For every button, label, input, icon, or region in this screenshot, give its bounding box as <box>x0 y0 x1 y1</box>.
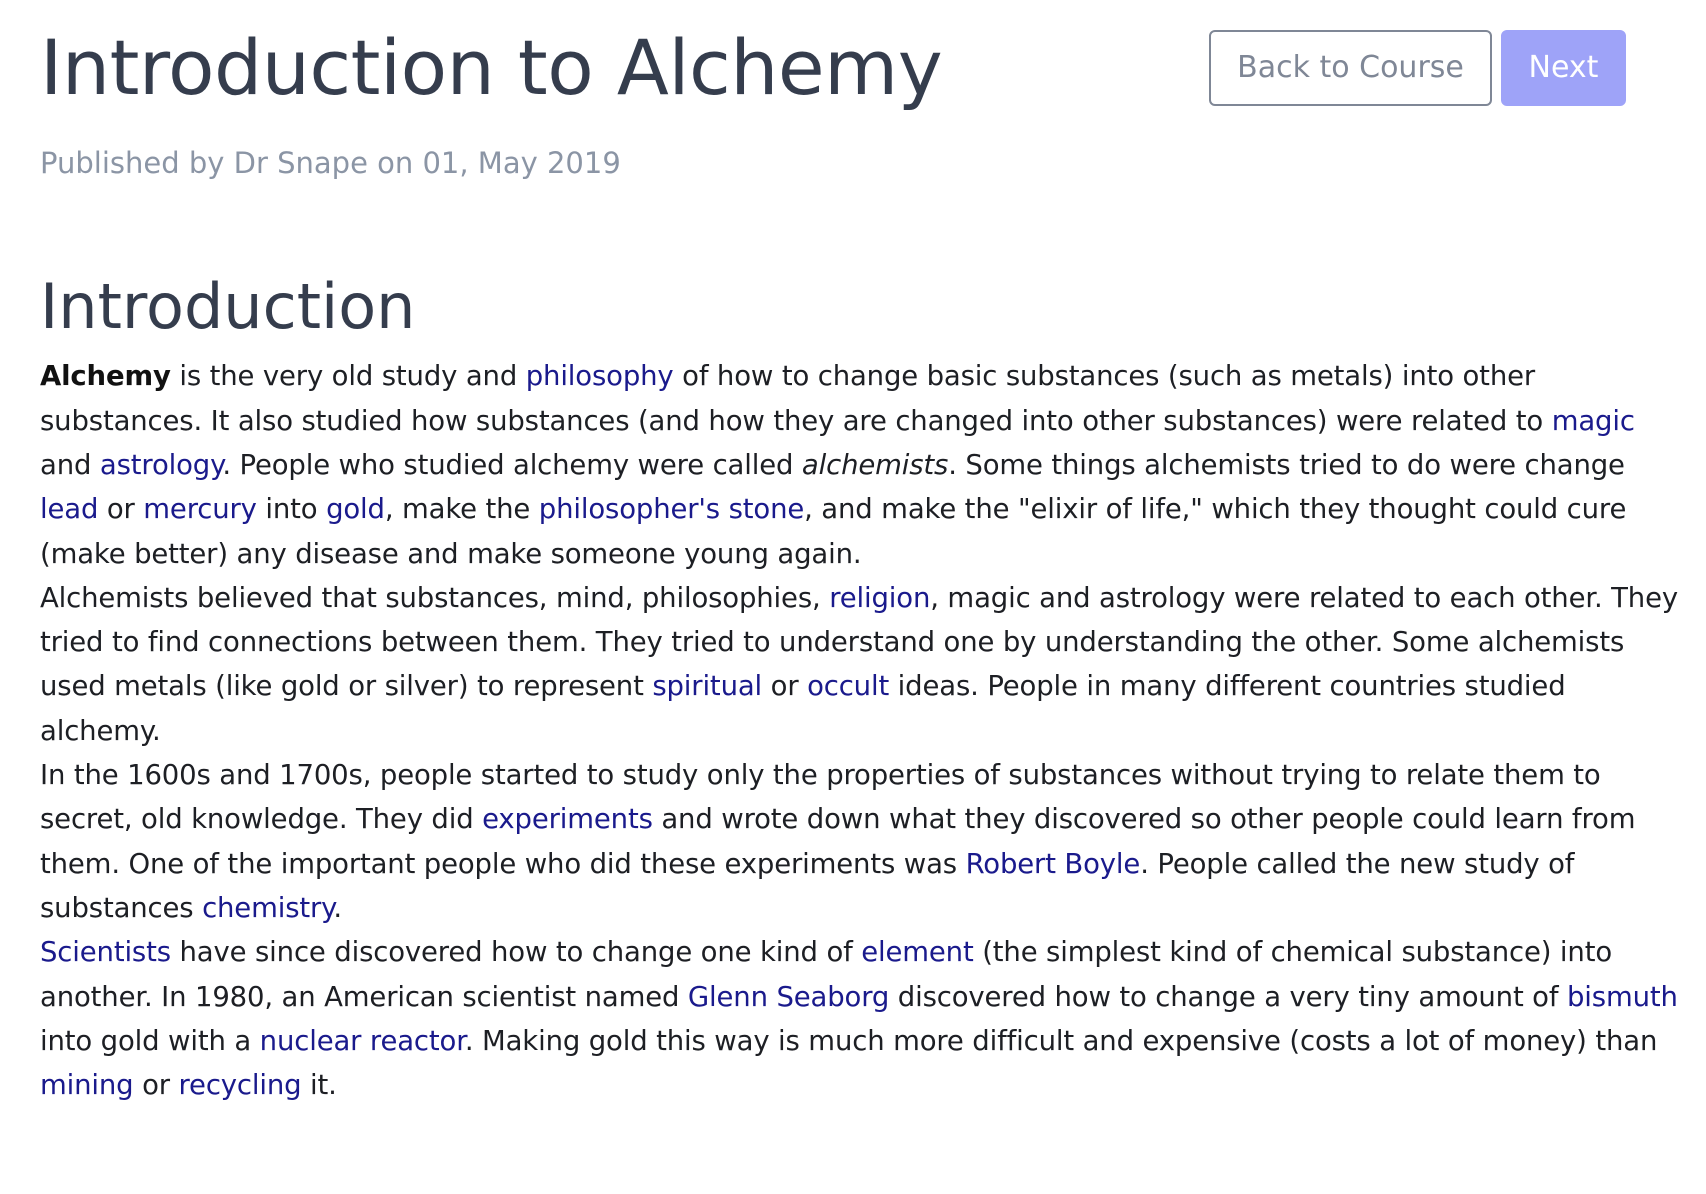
link-robert-boyle[interactable]: Robert Boyle <box>966 848 1141 880</box>
text: or <box>133 1069 179 1102</box>
link-nuclear-reactor[interactable]: nuclear reactor <box>260 1025 465 1057</box>
text: . Some things alchemists tried to do wer… <box>948 448 1625 481</box>
text: Alchemists believed that substances, min… <box>40 581 830 614</box>
page-title: Introduction to Alchemy <box>40 23 943 112</box>
link-religion[interactable]: religion <box>829 582 930 614</box>
paragraph-3: In the 1600s and 1700s, people started t… <box>40 753 1680 930</box>
link-bismuth[interactable]: bismuth <box>1567 981 1678 1013</box>
paragraph-2: Alchemists believed that substances, min… <box>40 576 1680 753</box>
article-content: Introduction Alchemy is the very old stu… <box>40 270 1680 1107</box>
text: into <box>256 493 327 526</box>
link-mining[interactable]: mining <box>40 1069 134 1101</box>
link-magic[interactable]: magic <box>1552 405 1635 437</box>
link-astrology[interactable]: astrology <box>100 449 223 481</box>
link-experiments[interactable]: experiments <box>482 803 653 835</box>
page: Introduction to Alchemy Published by Dr … <box>0 0 1706 1194</box>
text: . Making gold this way is much more diff… <box>464 1024 1658 1057</box>
text: or <box>762 670 808 703</box>
text: is the very old study and <box>170 360 526 393</box>
link-mercury[interactable]: mercury <box>143 493 257 525</box>
text: it. <box>301 1069 337 1102</box>
term-alchemists: alchemists <box>801 448 949 481</box>
term-alchemy: Alchemy <box>40 360 171 393</box>
text: . People who studied alchemy were called <box>222 448 802 481</box>
link-philosophy[interactable]: philosophy <box>526 360 674 392</box>
text: have since discovered how to change one … <box>170 936 862 969</box>
link-philosophers-stone[interactable]: philosopher's stone <box>539 493 804 525</box>
text: or <box>98 493 144 526</box>
link-occult[interactable]: occult <box>807 670 889 702</box>
paragraph-4: Scientists have since discovered how to … <box>40 930 1680 1107</box>
section-heading: Introduction <box>40 270 416 343</box>
text: . <box>333 891 342 924</box>
link-lead[interactable]: lead <box>40 493 98 525</box>
next-button[interactable]: Next <box>1501 30 1626 106</box>
back-to-course-button[interactable]: Back to Course <box>1209 30 1492 106</box>
link-spiritual[interactable]: spiritual <box>652 670 762 702</box>
paragraph-1: Alchemy is the very old study and philos… <box>40 354 1680 575</box>
text: into gold with a <box>40 1024 260 1057</box>
header-actions: Back to Course Next <box>1209 30 1626 106</box>
link-gold[interactable]: gold <box>326 493 385 525</box>
link-recycling[interactable]: recycling <box>179 1069 302 1101</box>
link-chemistry[interactable]: chemistry <box>202 892 333 924</box>
lesson-header: Introduction to Alchemy Published by Dr … <box>40 0 1666 230</box>
text: , make the <box>384 493 539 526</box>
publish-byline: Published by Dr Snape on 01, May 2019 <box>40 146 621 180</box>
text: and <box>40 448 100 481</box>
text: discovered how to change a very tiny amo… <box>889 980 1567 1013</box>
link-element[interactable]: element <box>861 936 974 968</box>
link-scientists[interactable]: Scientists <box>40 936 171 968</box>
link-glenn-seaborg[interactable]: Glenn Seaborg <box>688 981 889 1013</box>
